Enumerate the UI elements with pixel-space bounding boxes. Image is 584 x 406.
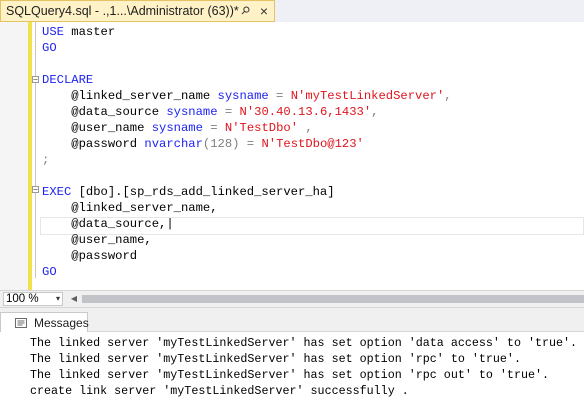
code-line: @password nvarchar(128) = N'TestDbo@123' [42, 137, 364, 151]
code-line: EXEC [dbo].[sp_rds_add_linked_server_ha] [42, 185, 335, 199]
messages-icon [15, 318, 27, 328]
message-line: create link server 'myTestLinkedServer' … [30, 384, 409, 398]
horizontal-scrollbar[interactable]: ◀ [68, 293, 584, 305]
pin-icon[interactable]: ⚲ [237, 3, 254, 20]
editor-status-bar: 100 % ▾ ◀ [0, 290, 584, 308]
chevron-down-icon: ▾ [55, 294, 60, 303]
scroll-left-icon[interactable]: ◀ [68, 293, 80, 305]
code-line: @data_source,| [42, 217, 174, 231]
outline-guide [35, 22, 36, 278]
code-line: @data_source sysname = N'30.40.13.6,1433… [42, 105, 379, 119]
selection-margin [0, 22, 28, 290]
zoom-dropdown[interactable]: 100 % ▾ [3, 292, 63, 306]
code-line: @user_name, [42, 233, 152, 247]
collapse-exec-icon[interactable]: − [32, 186, 39, 194]
code-line: DECLARE [42, 73, 94, 87]
change-tracking-bar [28, 22, 32, 290]
results-tab-bar: Messages [0, 308, 584, 333]
close-icon[interactable]: × [257, 4, 271, 18]
sql-editor[interactable]: − − USE master GO DECLARE @linked_server… [0, 22, 584, 290]
code-line: @user_name sysname = N'TestDbo' , [42, 121, 313, 135]
code-line: GO [42, 265, 57, 279]
scrollbar-thumb[interactable] [82, 295, 584, 303]
tab-messages[interactable]: Messages [0, 312, 89, 333]
code-line: @linked_server_name, [42, 201, 218, 215]
zoom-value: 100 % [6, 293, 39, 305]
code-line: @password [42, 249, 138, 263]
collapse-declare-icon[interactable]: − [32, 76, 39, 84]
code-line: @linked_server_name sysname = N'myTestLi… [42, 89, 452, 103]
message-line: The linked server 'myTestLinkedServer' h… [30, 368, 550, 382]
messages-pane[interactable]: The linked server 'myTestLinkedServer' h… [0, 332, 584, 406]
code-line: GO [42, 41, 57, 55]
tab-messages-label: Messages [34, 316, 89, 330]
code-line: USE master [42, 25, 116, 39]
message-line: The linked server 'myTestLinkedServer' h… [30, 352, 521, 366]
document-tab-bar: SQLQuery4.sql - .,1...\Administrator (63… [0, 0, 584, 22]
code-line: ; [42, 153, 50, 167]
query-tab[interactable]: SQLQuery4.sql - .,1...\Administrator (63… [0, 0, 275, 22]
query-tab-title: SQLQuery4.sql - .,1...\Administrator (63… [6, 4, 239, 18]
message-line: The linked server 'myTestLinkedServer' h… [30, 336, 578, 350]
